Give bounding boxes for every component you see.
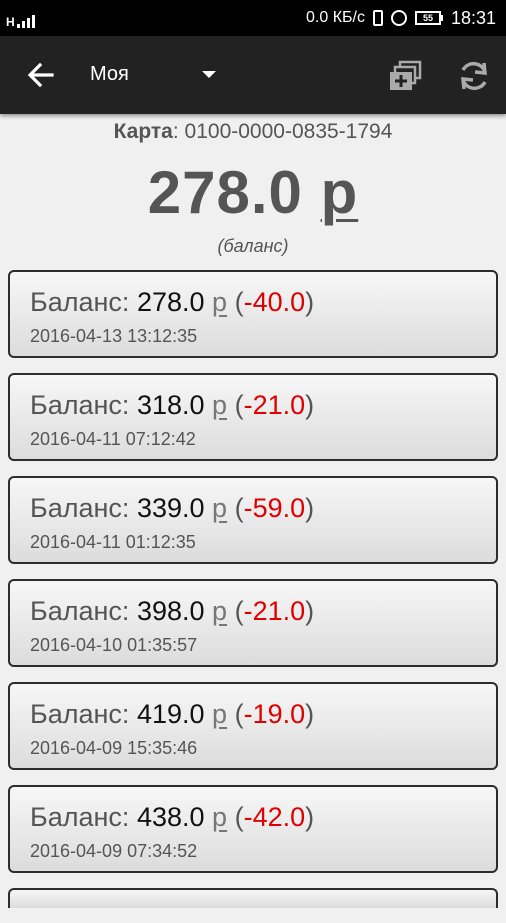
transaction-currency: р (212, 390, 228, 420)
transaction-datetime: 2016-04-09 07:34:52 (30, 841, 198, 861)
transaction-currency: р (212, 802, 228, 832)
transaction-delta: -59.0 (243, 493, 306, 523)
transaction-currency: р (212, 287, 228, 317)
signal-bars-icon (16, 12, 35, 28)
chevron-down-icon[interactable] (202, 71, 216, 78)
transaction-currency: р (212, 596, 228, 626)
vibrate-icon (372, 10, 383, 26)
transaction-balance: 398.0 (136, 596, 205, 626)
transaction-delta: -40.0 (243, 287, 306, 317)
card-label: Карта (113, 120, 173, 143)
balance-label: Баланс: (30, 596, 130, 626)
alarm-icon (390, 10, 407, 26)
add-card-icon[interactable] (386, 56, 426, 96)
refresh-icon[interactable] (454, 56, 494, 96)
transaction-balance: 278.0 (136, 287, 205, 317)
transaction-datetime: 2016-04-13 13:12:35 (30, 326, 198, 346)
card-selector-title[interactable]: Моя (90, 63, 129, 86)
transaction-datetime: 2016-04-11 07:12:42 (30, 429, 196, 449)
transaction-delta: -42.0 (243, 802, 306, 832)
network-type: H (6, 15, 15, 29)
arrow-left-icon[interactable] (24, 58, 58, 92)
battery-icon: 55 (414, 11, 443, 25)
balance-caption: (баланс) (217, 236, 289, 256)
balance-label: Баланс: (30, 699, 130, 729)
transaction-balance: 339.0 (136, 493, 205, 523)
card-number-line: Карта: 0100-0000-0835-1794 (113, 120, 393, 143)
transaction-balance: 318.0 (136, 390, 205, 420)
current-balance: 278.0 р (0, 158, 506, 227)
status-bar: H 0.0 КБ/с 55 18:31 (0, 0, 506, 36)
transaction-item[interactable]: Баланс: 438.0 р (-42.0) 2016-04-09 07:34… (8, 785, 498, 873)
transaction-list: Баланс: 278.0 р (-40.0) 2016-04-13 13:12… (8, 270, 498, 923)
signal-indicator: H (6, 8, 35, 28)
network-speed: 0.0 КБ/с (306, 9, 365, 26)
app-bar: Моя (0, 36, 506, 114)
transaction-datetime: 2016-04-11 01:12:35 (30, 532, 196, 552)
transaction-balance: 419.0 (136, 699, 205, 729)
transaction-datetime: 2016-04-09 15:35:46 (30, 738, 198, 758)
transaction-balance: 438.0 (136, 802, 205, 832)
balance-amount: 278.0 (147, 159, 303, 226)
balance-label: Баланс: (30, 287, 130, 317)
card-number: 0100-0000-0835-1794 (184, 120, 393, 143)
transaction-currency: р (212, 699, 228, 729)
transaction-item[interactable]: Баланс: 419.0 р (-19.0) 2016-04-09 15:35… (8, 682, 498, 770)
transaction-delta: -19.0 (243, 699, 306, 729)
transaction-delta: -21.0 (243, 596, 306, 626)
transaction-item-partial[interactable] (8, 888, 498, 908)
transaction-delta: -21.0 (243, 390, 306, 420)
transaction-datetime: 2016-04-10 01:35:57 (30, 635, 198, 655)
balance-label: Баланс: (30, 802, 130, 832)
transaction-item[interactable]: Баланс: 398.0 р (-21.0) 2016-04-10 01:35… (8, 579, 498, 667)
balance-label: Баланс: (30, 493, 130, 523)
transaction-item[interactable]: Баланс: 318.0 р (-21.0) 2016-04-11 07:12… (8, 373, 498, 461)
transaction-item[interactable]: Баланс: 278.0 р (-40.0) 2016-04-13 13:12… (8, 270, 498, 358)
transaction-item[interactable]: Баланс: 339.0 р (-59.0) 2016-04-11 01:12… (8, 476, 498, 564)
balance-label: Баланс: (30, 390, 130, 420)
clock: 18:31 (450, 7, 496, 28)
balance-currency: р (320, 159, 359, 226)
transaction-currency: р (212, 493, 228, 523)
battery-level: 55 (414, 11, 441, 25)
